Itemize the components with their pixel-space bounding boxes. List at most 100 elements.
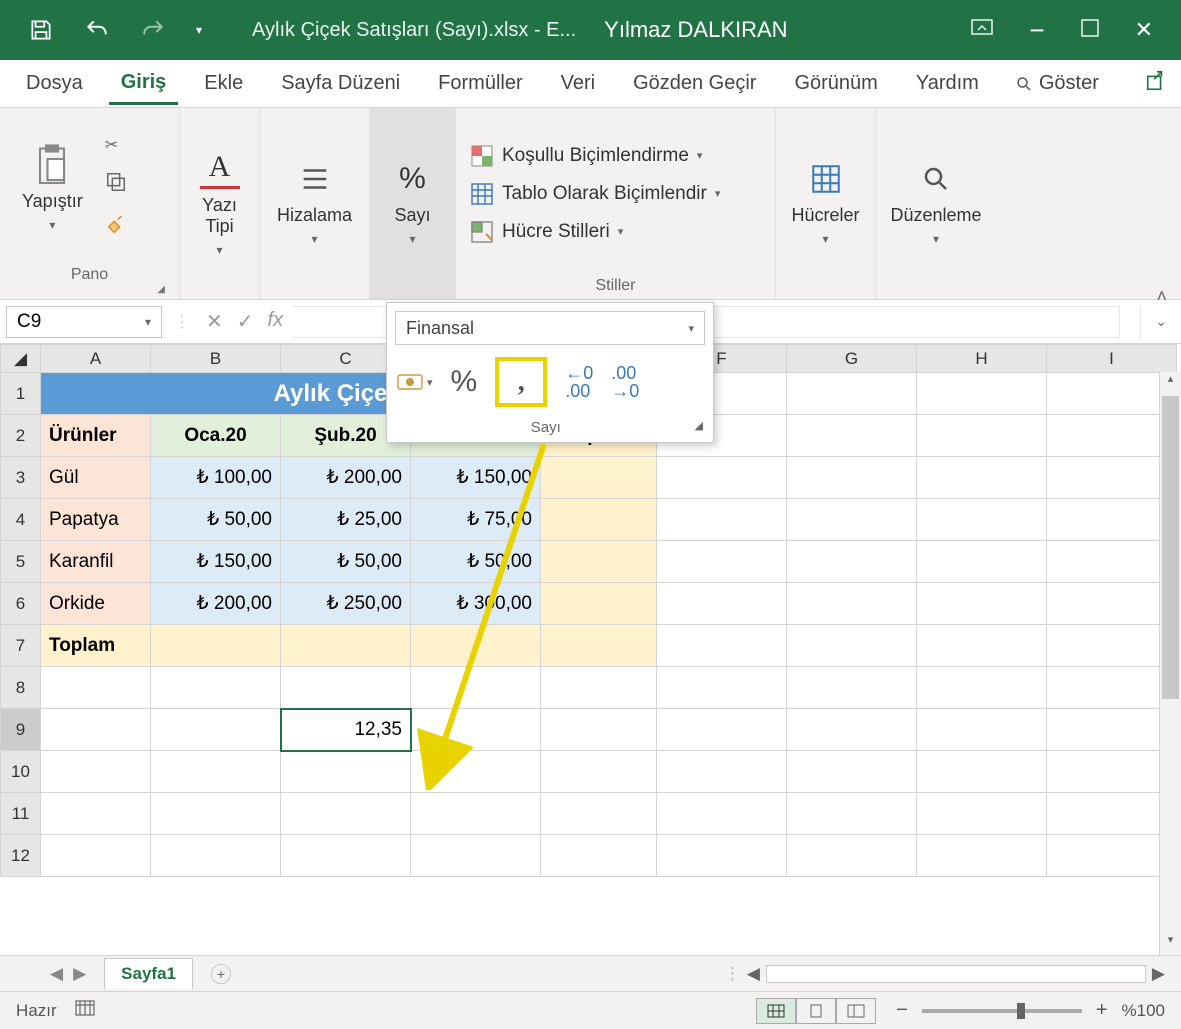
view-page-layout-icon[interactable] — [796, 998, 836, 1024]
collapse-ribbon-icon[interactable]: ˄ — [1156, 286, 1167, 307]
row-header[interactable]: 10 — [1, 751, 41, 793]
row-header[interactable]: 11 — [1, 793, 41, 835]
tab-sayfa-duzeni[interactable]: Sayfa Düzeni — [269, 64, 412, 103]
data-cell[interactable]: ₺ 200,00 — [151, 583, 281, 625]
row-header[interactable]: 7 — [1, 625, 41, 667]
data-cell[interactable]: ₺ 150,00 — [411, 457, 541, 499]
row-header[interactable]: 4 — [1, 499, 41, 541]
accounting-format-icon[interactable]: ▾ — [397, 372, 433, 392]
next-sheet-icon[interactable]: ▶ — [73, 964, 86, 984]
view-page-break-icon[interactable] — [836, 998, 876, 1024]
col-header[interactable]: G — [787, 345, 917, 373]
total-cell[interactable] — [541, 625, 657, 667]
share-icon[interactable] — [1145, 70, 1167, 98]
product-name[interactable]: Papatya — [41, 499, 151, 541]
horizontal-scrollbar[interactable] — [766, 965, 1146, 983]
alignment-button[interactable]: Hizalama ▾ — [269, 153, 360, 252]
tab-gorunum[interactable]: Görünüm — [782, 64, 889, 103]
zoom-slider[interactable] — [922, 1009, 1082, 1013]
row-header[interactable]: 5 — [1, 541, 41, 583]
tab-ekle[interactable]: Ekle — [192, 64, 255, 103]
qat-more-icon[interactable]: ▾ — [196, 23, 202, 37]
font-button[interactable]: A Yazı Tipi ▾ — [192, 143, 248, 263]
product-name[interactable]: Karanfil — [41, 541, 151, 583]
expand-formula-bar-icon[interactable]: ⌄ — [1140, 306, 1181, 338]
data-cell[interactable]: ₺ 50,00 — [151, 499, 281, 541]
comma-style-button[interactable]: , — [495, 357, 547, 407]
row-header[interactable]: 6 — [1, 583, 41, 625]
total-label[interactable]: Toplam — [41, 625, 151, 667]
paste-button[interactable]: Yapıştır ▾ — [14, 139, 91, 238]
data-cell[interactable]: ₺ 100,00 — [151, 457, 281, 499]
number-format-dropdown[interactable]: Finansal ▾ — [395, 311, 705, 345]
data-cell[interactable]: ₺ 200,00 — [281, 457, 411, 499]
zoom-level[interactable]: %100 — [1122, 1001, 1165, 1021]
col-header[interactable]: I — [1047, 345, 1177, 373]
minimize-icon[interactable]: − — [1029, 15, 1044, 46]
active-cell[interactable]: 12,35 — [281, 709, 411, 751]
enter-icon[interactable]: ✓ — [237, 309, 254, 334]
scroll-left-icon[interactable]: ◀ — [747, 964, 760, 984]
data-cell[interactable]: ₺ 250,00 — [281, 583, 411, 625]
total-cell[interactable] — [151, 625, 281, 667]
save-icon[interactable] — [28, 17, 54, 43]
dialog-launcher-sayi[interactable]: ◢ — [695, 419, 703, 436]
sheet-tab[interactable]: Sayfa1 — [104, 958, 193, 989]
ribbon-options-icon[interactable] — [971, 19, 993, 42]
editing-button[interactable]: Düzenleme ▾ — [882, 153, 989, 252]
tell-me[interactable]: Göster — [1015, 72, 1099, 95]
format-as-table-button[interactable]: Tablo Olarak Biçimlendir▾ — [470, 182, 720, 206]
select-all-button[interactable]: ◢ — [1, 345, 41, 373]
name-box[interactable]: C9 ▾ — [6, 306, 162, 338]
conditional-formatting-button[interactable]: Koşullu Biçimlendirme▾ — [470, 144, 720, 168]
undo-icon[interactable] — [84, 17, 110, 43]
row-header[interactable]: 1 — [1, 373, 41, 415]
tab-giris[interactable]: Giriş — [109, 63, 179, 105]
prev-sheet-icon[interactable]: ◀ — [50, 964, 63, 984]
col-header[interactable]: H — [917, 345, 1047, 373]
maximize-icon[interactable] — [1081, 19, 1099, 42]
percent-format-icon[interactable]: % — [451, 365, 478, 399]
decrease-decimal-icon[interactable]: .00→0 — [611, 364, 639, 400]
data-cell[interactable]: ₺ 50,00 — [411, 541, 541, 583]
tab-gozden-gecir[interactable]: Gözden Geçir — [621, 64, 768, 103]
total-cell[interactable] — [541, 457, 657, 499]
col-header[interactable]: B — [151, 345, 281, 373]
data-cell[interactable]: ₺ 25,00 — [281, 499, 411, 541]
add-sheet-icon[interactable]: + — [211, 964, 231, 984]
macro-record-icon[interactable] — [75, 1000, 95, 1021]
tab-yardim[interactable]: Yardım — [904, 64, 991, 103]
scroll-right-icon[interactable]: ▶ — [1152, 964, 1165, 984]
total-cell[interactable] — [411, 625, 541, 667]
data-cell[interactable]: ₺ 300,00 — [411, 583, 541, 625]
row-header[interactable]: 9 — [1, 709, 41, 751]
close-icon[interactable]: ✕ — [1135, 17, 1153, 43]
fx-icon[interactable]: fx — [268, 309, 284, 334]
vertical-scrollbar[interactable]: ▴▾ — [1159, 372, 1181, 955]
format-painter-icon[interactable] — [105, 214, 127, 241]
header-urunler[interactable]: Ürünler — [41, 415, 151, 457]
cell-styles-button[interactable]: Hücre Stilleri▾ — [470, 220, 720, 244]
row-header[interactable]: 2 — [1, 415, 41, 457]
data-cell[interactable]: ₺ 50,00 — [281, 541, 411, 583]
tab-formuller[interactable]: Formüller — [426, 64, 534, 103]
header-month[interactable]: Oca.20 — [151, 415, 281, 457]
cut-icon[interactable]: ✂ — [105, 135, 127, 155]
total-cell[interactable] — [541, 499, 657, 541]
zoom-in-icon[interactable]: + — [1096, 999, 1108, 1022]
redo-icon[interactable] — [140, 17, 166, 43]
cells-button[interactable]: Hücreler ▾ — [783, 153, 867, 252]
tab-dosya[interactable]: Dosya — [14, 64, 95, 103]
col-header[interactable]: A — [41, 345, 151, 373]
increase-decimal-icon[interactable]: ←0.00 — [565, 364, 593, 400]
data-cell[interactable]: ₺ 150,00 — [151, 541, 281, 583]
product-name[interactable]: Orkide — [41, 583, 151, 625]
row-header[interactable]: 12 — [1, 835, 41, 877]
cancel-icon[interactable]: ✕ — [206, 309, 223, 334]
row-header[interactable]: 3 — [1, 457, 41, 499]
tab-veri[interactable]: Veri — [549, 64, 607, 103]
number-button[interactable]: % Sayı ▾ — [385, 153, 441, 252]
total-cell[interactable] — [281, 625, 411, 667]
data-cell[interactable]: ₺ 75,00 — [411, 499, 541, 541]
zoom-out-icon[interactable]: − — [896, 999, 908, 1022]
